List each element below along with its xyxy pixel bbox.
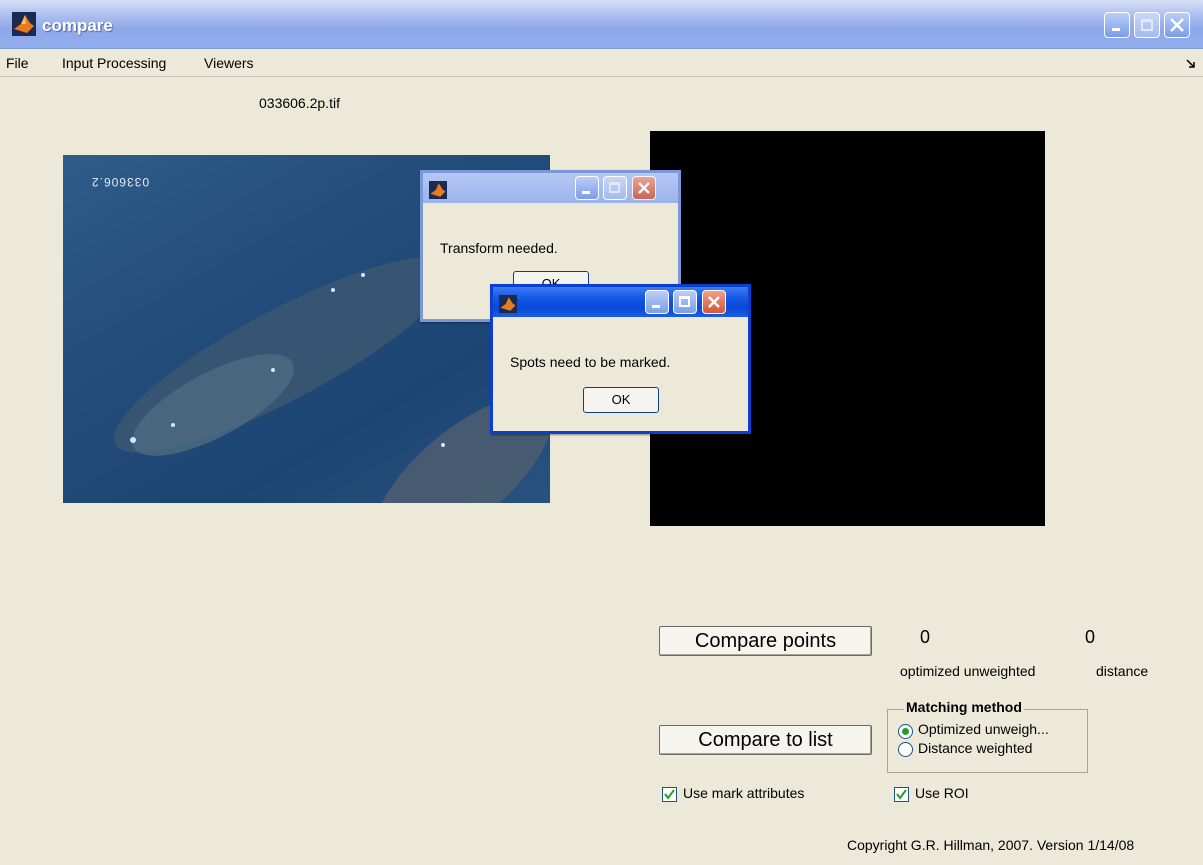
checkmark-icon [896,789,907,800]
optimized-label: optimized unweighted [900,663,1036,679]
optimized-value: 0 [920,627,931,647]
matlab-logo-icon [499,295,517,313]
dialog-minimize-button[interactable] [575,176,599,200]
radio-optimized-unweighted[interactable] [898,724,913,739]
maximize-icon [609,182,620,193]
close-icon [638,182,650,194]
image-filename: 033606.2p.tif [259,95,340,111]
dialog-close-button[interactable] [632,176,656,200]
distance-label: distance [1096,663,1149,679]
matlab-logo-icon [12,12,36,36]
window-titlebar[interactable]: compare [0,0,1203,49]
close-icon [708,296,720,308]
radio-distance-weighted[interactable] [898,742,913,757]
radio-selected-dot [902,728,909,735]
distance-value: 0 [1085,627,1096,647]
close-icon [1170,18,1184,32]
ok-button[interactable]: OK [583,387,659,413]
minimize-button[interactable] [1104,12,1130,38]
minimize-icon [1112,28,1120,31]
copyright-text: Copyright G.R. Hillman, 2007. Version 1/… [847,837,1135,853]
maximize-icon [679,296,690,307]
compare-to-list-button[interactable]: Compare to list [659,725,872,755]
minimize-icon [582,191,590,194]
dock-arrow-icon[interactable] [1186,59,1196,69]
use-roi-label[interactable]: Use ROI [915,785,969,801]
dialog-message: Spots need to be marked. [510,354,671,370]
spots-marked-dialog[interactable]: Spots need to be marked. OK [490,284,751,434]
maximize-icon [1141,19,1153,31]
minimize-icon [652,305,660,308]
use-roi-checkbox[interactable] [894,787,909,802]
dialog-titlebar[interactable] [493,287,748,317]
menu-file[interactable]: File [6,55,29,71]
matching-method-title: Matching method [904,699,1024,715]
dialog-minimize-button[interactable] [645,290,669,314]
checkmark-icon [664,789,675,800]
dialog-close-button[interactable] [702,290,726,314]
use-mark-attributes-label[interactable]: Use mark attributes [683,785,804,801]
option-optimized-unweighted[interactable]: Optimized unweigh... [918,721,1049,737]
close-button[interactable] [1164,12,1190,38]
dialog-maximize-button[interactable] [673,290,697,314]
dialog-maximize-button[interactable] [603,176,627,200]
dialog-message: Transform needed. [440,240,558,256]
window-title: compare [42,16,113,35]
use-mark-attributes-checkbox[interactable] [662,787,677,802]
option-distance-weighted[interactable]: Distance weighted [918,740,1032,756]
compare-points-button[interactable]: Compare points [659,626,872,656]
matlab-logo-icon [429,181,447,199]
menu-input-processing[interactable]: Input Processing [62,55,166,71]
dialog-titlebar[interactable] [423,173,678,203]
maximize-button[interactable] [1134,12,1160,38]
menu-viewers[interactable]: Viewers [204,55,254,71]
menu-bar [0,49,1203,77]
